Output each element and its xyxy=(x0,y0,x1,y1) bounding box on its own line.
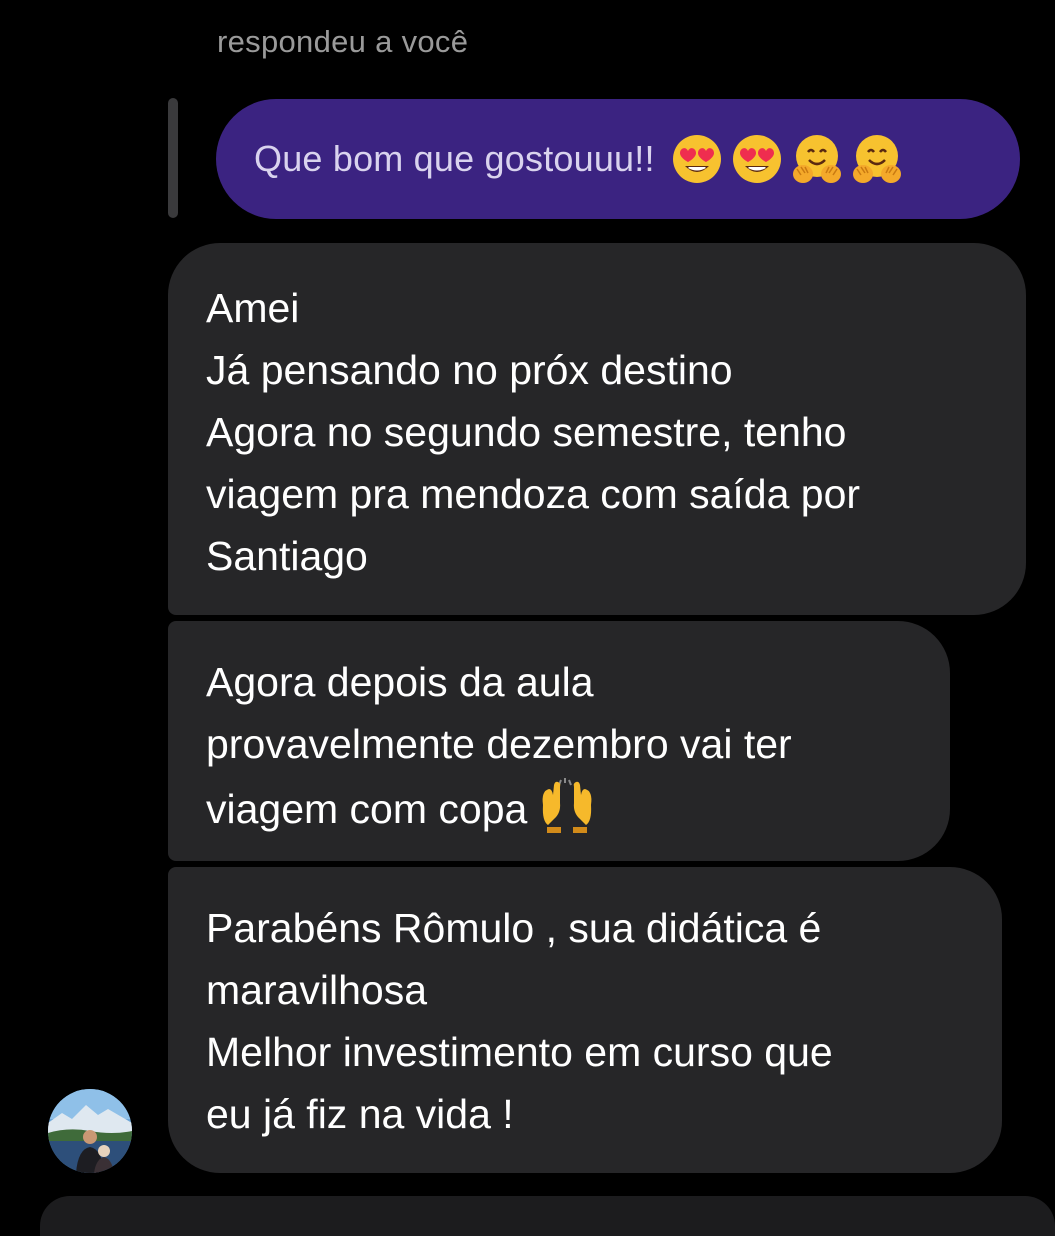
composer-edge xyxy=(40,1196,1055,1236)
message-line: viagem pra mendoza com saída por xyxy=(206,471,861,517)
reply-caption: respondeu a você xyxy=(217,24,469,59)
message-line: maravilhosa xyxy=(206,967,428,1013)
raising-hands-emoji-icon xyxy=(542,778,592,833)
message-line-with-emoji: viagem com copa xyxy=(206,775,914,840)
avatar-photo-icon xyxy=(48,1089,132,1173)
quoted-message-bubble[interactable]: Que bom que gostouuu!! xyxy=(216,99,1020,219)
message-bubble[interactable]: Parabéns Rômulo , sua didática é maravil… xyxy=(168,867,1002,1173)
message-line: Já pensando no próx destino xyxy=(206,347,733,393)
quoted-message-text: Que bom que gostouuu!! xyxy=(254,138,655,179)
message-line: Amei xyxy=(206,285,300,331)
message-bubble[interactable]: Amei Já pensando no próx destino Agora n… xyxy=(168,243,1026,615)
message-bubble[interactable]: Agora depois da aula provavelmente dezem… xyxy=(168,621,950,861)
hugging-face-emoji-icon xyxy=(852,135,901,183)
hugging-face-emoji-icon xyxy=(792,135,841,183)
message-line: Melhor investimento em curso que xyxy=(206,1029,833,1075)
message-line: Parabéns Rômulo , sua didática é xyxy=(206,905,822,951)
message-line: Santiago xyxy=(206,533,368,579)
quoted-emoji-row xyxy=(671,133,903,185)
heart-eyes-emoji-icon xyxy=(672,135,721,183)
message-line: Agora depois da aula xyxy=(206,659,594,705)
reply-indicator-bar xyxy=(168,98,178,218)
message-line: eu já fiz na vida ! xyxy=(206,1091,514,1137)
message-line: provavelmente dezembro vai ter xyxy=(206,721,792,767)
sender-avatar[interactable] xyxy=(48,1089,132,1173)
message-line: Agora no segundo semestre, tenho xyxy=(206,409,847,455)
message-line: viagem com copa xyxy=(206,786,528,832)
heart-eyes-emoji-icon xyxy=(732,135,781,183)
